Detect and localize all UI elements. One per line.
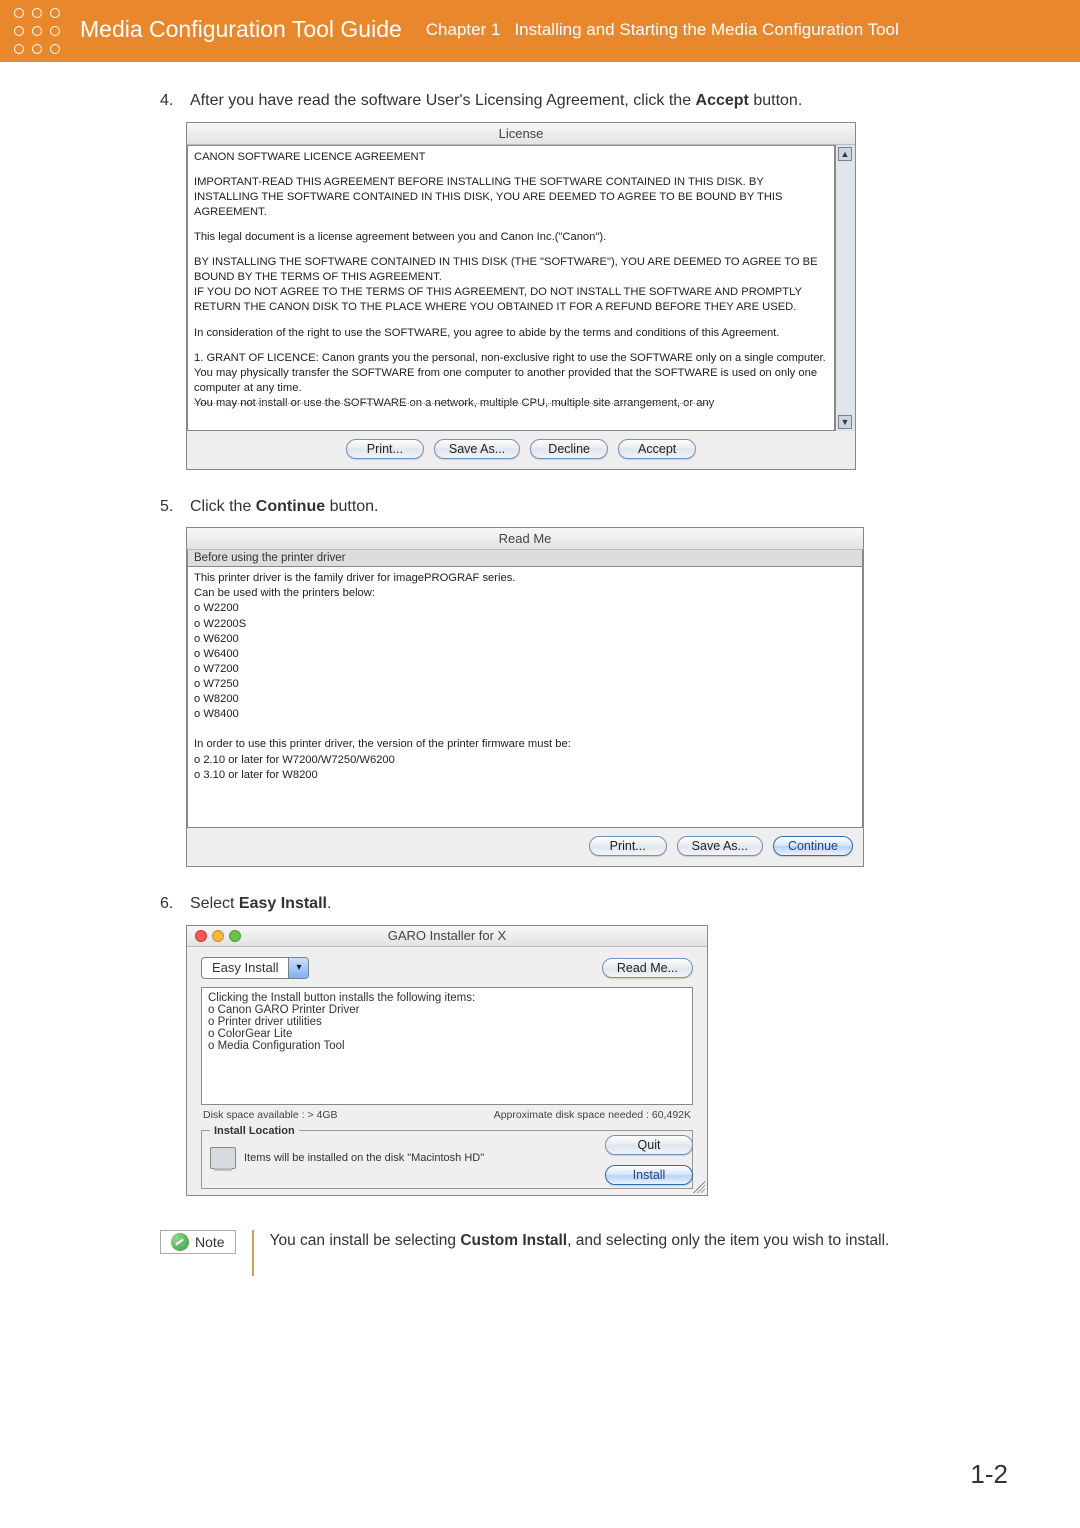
step-number: 5. (160, 496, 182, 518)
license-textarea[interactable]: CANON SOFTWARE LICENCE AGREEMENT IMPORTA… (187, 145, 835, 431)
select-value: Easy Install (202, 960, 288, 975)
readme-dialog: Read Me Before using the printer driver … (186, 527, 864, 867)
install-mode-select[interactable]: Easy Install ▾ (201, 957, 309, 979)
printer-model-list: o W2200 o W2200S o W6200 o W6400 o W7200… (194, 601, 856, 722)
note-label: Note (195, 1234, 225, 1250)
quit-button[interactable]: Quit (605, 1135, 693, 1155)
guide-title: Media Configuration Tool Guide (80, 16, 402, 43)
readme-textarea[interactable]: This printer driver is the family driver… (187, 566, 863, 828)
harddisk-icon (210, 1147, 236, 1169)
save-as-button[interactable]: Save As... (677, 836, 763, 856)
step-number: 6. (160, 893, 182, 915)
garo-installer-window: GARO Installer for X Easy Install ▾ Read… (186, 925, 708, 1196)
scroll-up-icon[interactable]: ▲ (838, 147, 852, 161)
page-content: 4. After you have read the software User… (0, 62, 1080, 1276)
install-location-text: Items will be installed on the disk "Mac… (244, 1152, 484, 1164)
page-header: Media Configuration Tool Guide Chapter 1… (0, 0, 1080, 62)
print-button[interactable]: Print... (346, 439, 424, 459)
read-me-button[interactable]: Read Me... (602, 958, 693, 978)
save-as-button[interactable]: Save As... (434, 439, 520, 459)
resize-grip-icon[interactable] (693, 1181, 705, 1193)
install-location-label: Install Location (210, 1125, 299, 1137)
step-text: After you have read the software User's … (190, 90, 802, 112)
chevron-updown-icon[interactable]: ▾ (288, 958, 308, 978)
readme-header-line: Before using the printer driver (187, 550, 863, 566)
step-5: 5. Click the Continue button. Read Me Be… (160, 496, 1020, 868)
scrollbar[interactable]: ▲ ▼ (835, 145, 855, 431)
note-text: You can install be selecting Custom Inst… (270, 1230, 890, 1252)
dialog-title: Read Me (187, 528, 863, 550)
window-title: GARO Installer for X (187, 928, 707, 943)
decorative-dot-grid (0, 0, 76, 68)
note-block: Note You can install be selecting Custom… (160, 1230, 1020, 1276)
page-number: 1-2 (970, 1459, 1008, 1490)
chapter-title: Installing and Starting the Media Config… (514, 20, 898, 40)
print-button[interactable]: Print... (589, 836, 667, 856)
continue-button[interactable]: Continue (773, 836, 853, 856)
step-number: 4. (160, 90, 182, 112)
license-dialog: License CANON SOFTWARE LICENCE AGREEMENT… (186, 122, 856, 470)
step-4: 4. After you have read the software User… (160, 90, 1020, 470)
disk-space-needed: Approximate disk space needed : 60,492K (494, 1109, 691, 1121)
install-button[interactable]: Install (605, 1165, 693, 1185)
scroll-down-icon[interactable]: ▼ (838, 415, 852, 429)
note-icon (171, 1233, 189, 1251)
step-text: Click the Continue button. (190, 496, 379, 518)
accept-button[interactable]: Accept (618, 439, 696, 459)
step-6: 6. Select Easy Install. GARO Installer f… (160, 893, 1020, 1196)
note-badge: Note (160, 1230, 236, 1254)
chapter-label: Chapter 1 (426, 20, 501, 40)
disk-space-available: Disk space available : > 4GB (203, 1109, 338, 1121)
step-text: Select Easy Install. (190, 893, 331, 915)
decline-button[interactable]: Decline (530, 439, 608, 459)
note-divider (252, 1230, 254, 1276)
dialog-title: License (187, 123, 855, 145)
install-items-list: Clicking the Install button installs the… (201, 987, 693, 1105)
